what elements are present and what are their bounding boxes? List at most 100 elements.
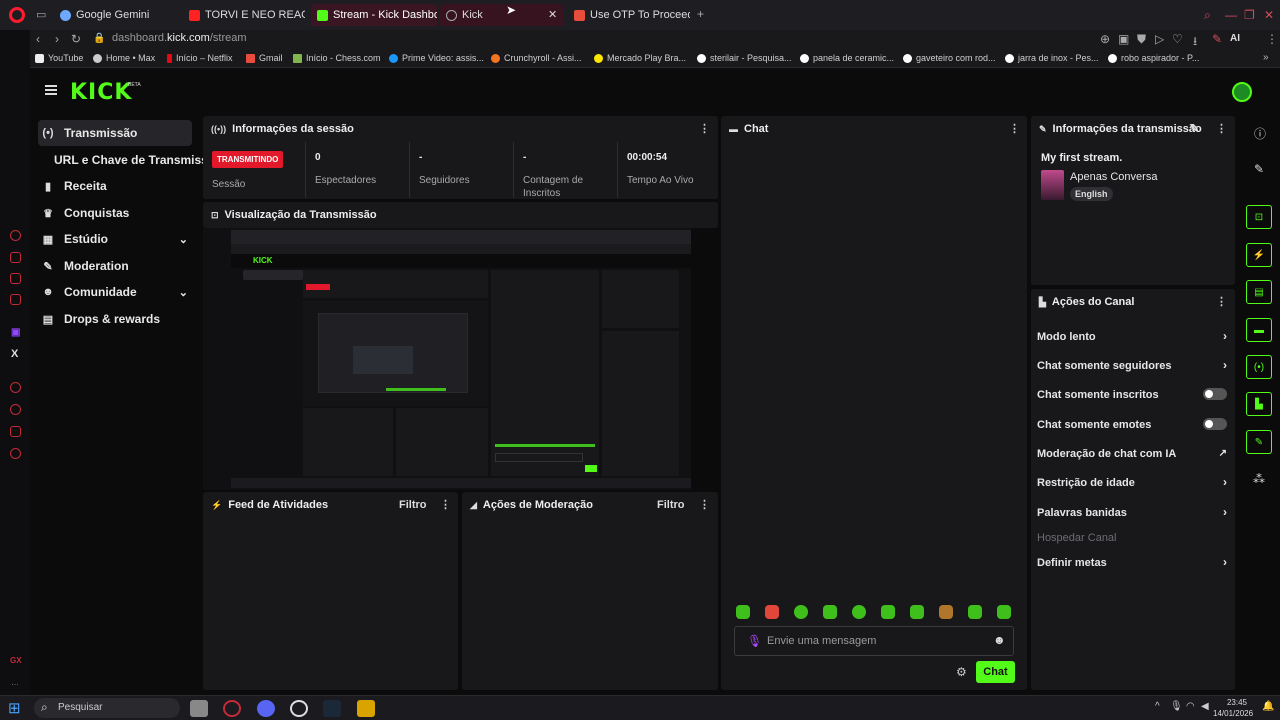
kebab-menu-icon[interactable]: ⋮	[699, 498, 710, 511]
bookmark-youtube[interactable]: YouTube	[35, 53, 83, 63]
kick-logo[interactable]: KICK	[70, 80, 132, 105]
chat-settings-icon[interactable]: ⚙	[956, 665, 967, 679]
emote-9[interactable]	[968, 605, 982, 619]
action-age-restriction[interactable]: Restrição de idade ›	[1037, 475, 1227, 489]
nav-receita[interactable]: ▮ Receita	[38, 173, 192, 199]
nav-estudio[interactable]: ▦ Estúdio ⌄	[38, 226, 192, 252]
add-widget-icon[interactable]: ⁂	[1253, 472, 1265, 486]
messenger-icon[interactable]	[10, 294, 21, 305]
bag-icon[interactable]	[10, 252, 21, 263]
opera-gx-taskbar-icon[interactable]	[223, 700, 241, 717]
bookmark-google-1[interactable]: sterilair - Pesquisa...	[697, 53, 792, 63]
action-subs-only[interactable]: Chat somente inscritos	[1037, 388, 1227, 401]
taskbar-search[interactable]: ⌕ Pesquisar	[34, 698, 180, 718]
bookmark-netflix[interactable]: Início – Netflix	[167, 53, 233, 63]
wallet-icon[interactable]	[10, 273, 21, 284]
emote-2[interactable]	[765, 605, 779, 619]
maximize-icon[interactable]: ❐	[1244, 8, 1255, 22]
chat-send-button[interactable]: Chat	[976, 661, 1015, 683]
emote-10[interactable]	[997, 605, 1011, 619]
edit-icon[interactable]: ✎	[1212, 32, 1222, 46]
scan-button[interactable]: ⊡	[1246, 205, 1272, 229]
action-emotes-only[interactable]: Chat somente emotes	[1037, 418, 1227, 431]
emote-4[interactable]	[823, 605, 837, 619]
bookmark-google-5[interactable]: robo aspirador - P...	[1108, 53, 1199, 63]
user-avatar[interactable]	[1232, 82, 1252, 102]
play-icon[interactable]: ▷	[1155, 32, 1164, 46]
bookmark-prime[interactable]: Prime Video: assis...	[389, 53, 484, 63]
nav-comunidade[interactable]: ☻ Comunidade ⌄	[38, 279, 192, 305]
chat-button[interactable]: ▬	[1246, 318, 1272, 342]
tab-youtube[interactable]: TORVI E NEO REAGEM AO	[183, 4, 305, 26]
back-icon[interactable]: ‹	[36, 32, 40, 46]
reload-icon[interactable]: ↻	[71, 32, 81, 46]
kebab-menu-icon[interactable]: ⋮	[1216, 295, 1227, 308]
bookmark-mercado[interactable]: Mercado Play Bra...	[594, 53, 686, 63]
subs-only-toggle[interactable]	[1203, 388, 1227, 400]
twitch-icon[interactable]: ▣	[11, 327, 20, 338]
history-icon[interactable]	[10, 404, 21, 415]
windows-start-icon[interactable]: ⊞	[8, 699, 21, 717]
kebab-menu-icon[interactable]: ⋮	[1009, 122, 1020, 135]
emote-3[interactable]	[794, 605, 808, 619]
layout-button[interactable]: ▙	[1246, 392, 1272, 416]
notifications-icon[interactable]: 🔔	[1262, 701, 1274, 712]
filter-button[interactable]: Filtro	[657, 499, 685, 511]
menu-dots-icon[interactable]: ⋮	[1266, 32, 1278, 46]
action-set-goals[interactable]: Definir metas ›	[1037, 555, 1227, 569]
stream-preview[interactable]: KICK	[203, 228, 691, 490]
action-slow-mode[interactable]: Modo lento ›	[1037, 329, 1227, 343]
emotes-only-toggle[interactable]	[1203, 418, 1227, 430]
microphone-icon[interactable]: 🎙	[747, 634, 762, 648]
opera-logo-icon[interactable]	[9, 7, 25, 23]
emote-5[interactable]	[852, 605, 866, 619]
emoji-icon[interactable]: ☻	[993, 633, 1006, 647]
shield-icon[interactable]: ⛊	[1137, 32, 1146, 47]
forward-icon[interactable]: ›	[55, 32, 59, 46]
lightning-button[interactable]: ⚡	[1246, 243, 1272, 267]
bookmark-google-2[interactable]: panela de ceramic...	[800, 53, 894, 63]
app-icon[interactable]	[357, 700, 375, 717]
aria-icon[interactable]	[10, 230, 21, 241]
new-tab-icon[interactable]: +	[697, 7, 704, 21]
search-tabs-icon[interactable]: ⌕	[1204, 8, 1211, 23]
x-icon[interactable]: X	[11, 348, 18, 360]
heart-icon[interactable]: ♡	[1172, 32, 1183, 46]
nav-drops[interactable]: ▤ Drops & rewards	[38, 306, 192, 332]
category-name[interactable]: Apenas Conversa	[1070, 171, 1157, 183]
bookmark-max[interactable]: Home • Max	[93, 53, 155, 63]
emote-8[interactable]	[939, 605, 953, 619]
snapshot-icon[interactable]: ▣	[1118, 32, 1129, 46]
tab-gemini[interactable]: Google Gemini	[54, 4, 180, 26]
action-banned-words[interactable]: Palavras banidas ›	[1037, 505, 1227, 519]
close-tab-icon[interactable]: ✕	[548, 8, 557, 21]
more-icon[interactable]: …	[11, 678, 19, 687]
player-icon[interactable]	[10, 382, 21, 393]
bookmark-gmail[interactable]: Gmail	[246, 53, 283, 63]
steam-icon[interactable]	[323, 700, 341, 717]
gx-icon[interactable]: GX	[10, 656, 22, 665]
emote-1[interactable]	[736, 605, 750, 619]
nav-url-chave[interactable]: URL e Chave de Transmissão	[54, 147, 204, 173]
bookmark-crunchyroll[interactable]: Crunchyroll - Assi...	[491, 53, 582, 63]
emote-7[interactable]	[910, 605, 924, 619]
tab-kick-dashboard[interactable]: Stream - Kick Dashboard	[311, 4, 437, 26]
pinboard-icon[interactable]	[10, 426, 21, 437]
document-button[interactable]: ▤	[1246, 280, 1272, 304]
minimize-icon[interactable]: —	[1225, 8, 1237, 22]
nav-conquistas[interactable]: ♛ Conquistas	[38, 200, 192, 226]
url-field[interactable]: dashboard.kick.com/stream	[112, 32, 247, 44]
discord-icon[interactable]	[257, 700, 275, 717]
broadcast-button[interactable]: (•)	[1246, 355, 1272, 379]
obs-icon[interactable]	[290, 700, 308, 717]
emote-6[interactable]	[881, 605, 895, 619]
more-bookmarks-icon[interactable]: »	[1263, 52, 1269, 63]
volume-icon[interactable]: ◀	[1201, 701, 1209, 712]
category-thumbnail[interactable]	[1041, 170, 1064, 200]
bookmark-google-4[interactable]: jarra de inox - Pes...	[1005, 53, 1099, 63]
mic-icon[interactable]: 🎙	[1170, 701, 1183, 712]
tray-chevron-icon[interactable]: ^	[1155, 701, 1160, 712]
nav-transmissao[interactable]: (•) Transmissão	[38, 120, 192, 146]
action-followers-only[interactable]: Chat somente seguidores ›	[1037, 358, 1227, 372]
ai-button[interactable]: AI	[1230, 33, 1240, 44]
